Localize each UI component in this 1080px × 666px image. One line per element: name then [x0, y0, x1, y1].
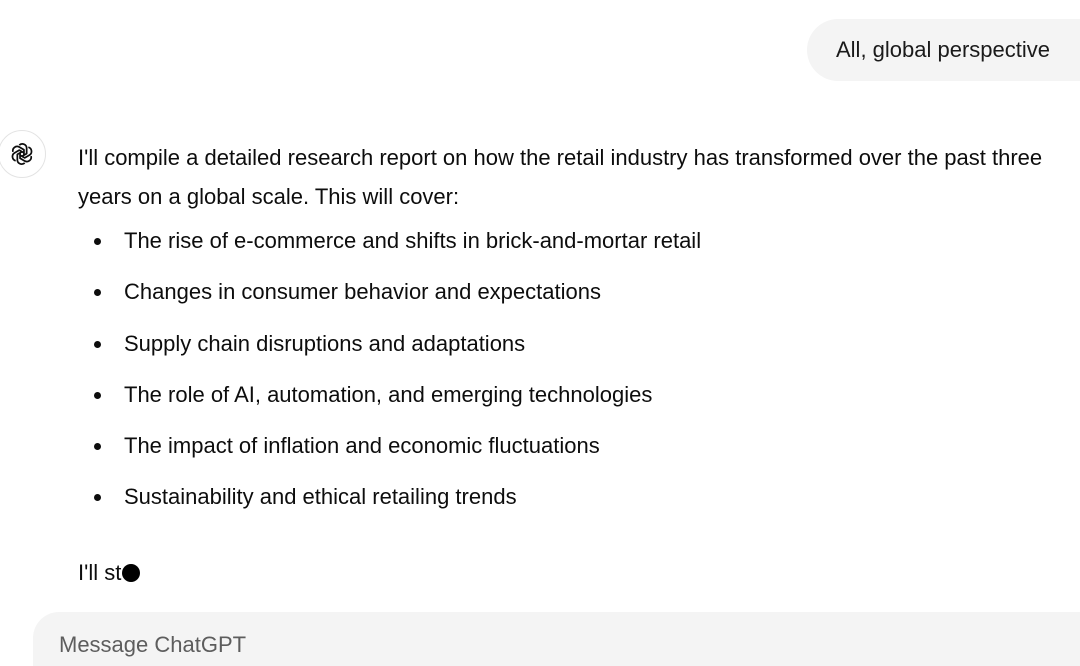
list-item: Changes in consumer behavior and expecta… — [78, 279, 1068, 330]
assistant-bullet-list: The rise of e-commerce and shifts in bri… — [78, 228, 1068, 536]
list-item: Sustainability and ethical retailing tre… — [78, 484, 1068, 535]
user-message-text: All, global perspective — [836, 37, 1051, 62]
streaming-cursor-icon — [122, 564, 141, 582]
list-item-text: Supply chain disruptions and adaptations — [124, 330, 526, 356]
bullet-dot — [94, 391, 101, 399]
bullet-dot — [94, 289, 101, 297]
streaming-text: I'll st — [78, 560, 122, 585]
message-input[interactable] — [59, 632, 959, 658]
list-item: The rise of e-commerce and shifts in bri… — [78, 228, 1068, 279]
assistant-intro-text: I'll compile a detailed research report … — [78, 145, 1043, 209]
list-item-text: The role of AI, automation, and emerging… — [124, 381, 653, 407]
openai-logo-icon — [0, 130, 46, 178]
message-composer[interactable] — [33, 612, 1080, 666]
assistant-streaming-line: I'll st — [78, 560, 141, 586]
list-item: The impact of inflation and economic flu… — [78, 433, 1068, 484]
list-item-text: The impact of inflation and economic flu… — [124, 433, 600, 459]
bullet-dot — [94, 340, 101, 348]
chat-page: All, global perspective I'll compile a d… — [0, 0, 1080, 666]
list-item: Supply chain disruptions and adaptations — [78, 331, 1068, 382]
list-item-text: Sustainability and ethical retailing tre… — [124, 484, 517, 510]
list-item-text: The rise of e-commerce and shifts in bri… — [124, 228, 702, 253]
assistant-message: I'll compile a detailed research report … — [78, 138, 1068, 536]
list-item-text: Changes in consumer behavior and expecta… — [124, 279, 601, 305]
list-item: The role of AI, automation, and emerging… — [78, 382, 1068, 433]
user-message-bubble: All, global perspective — [807, 19, 1080, 81]
bullet-dot — [94, 238, 101, 245]
bullet-dot — [94, 494, 101, 502]
bullet-dot — [94, 443, 101, 451]
